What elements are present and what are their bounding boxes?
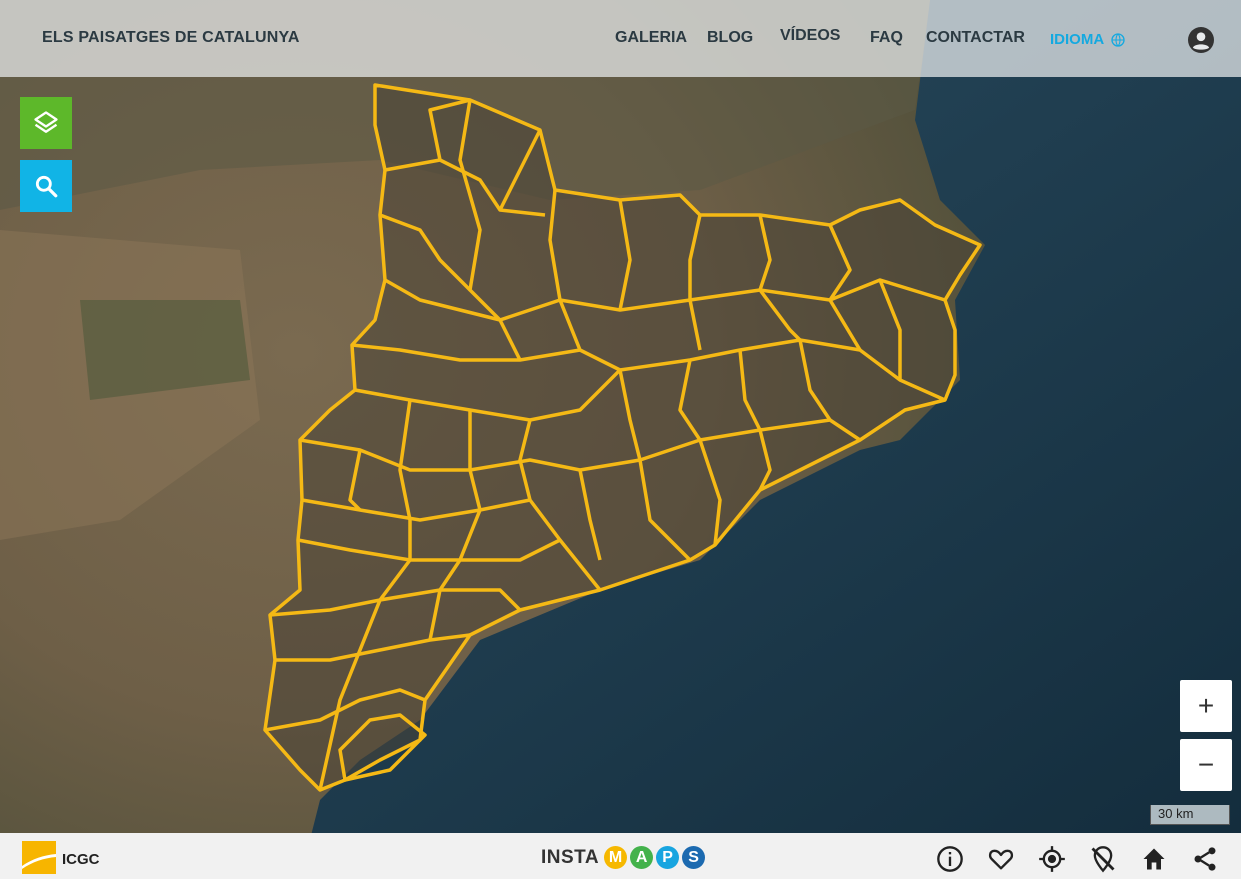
- layers-button[interactable]: [20, 97, 72, 149]
- instamaps-letter-s: S: [682, 846, 706, 869]
- layers-icon: [34, 111, 58, 133]
- nav-faq[interactable]: FAQ: [870, 29, 903, 47]
- zoom-out-button[interactable]: −: [1180, 739, 1232, 791]
- instamaps-letter-a: A: [630, 846, 654, 869]
- top-navigation-bar: ELS PAISATGES DE CATALUNYA GALERIA BLOG …: [0, 0, 1241, 77]
- site-title[interactable]: ELS PAISATGES DE CATALUNYA: [42, 29, 300, 47]
- nav-blog[interactable]: BLOG: [707, 29, 753, 47]
- my-location-icon[interactable]: [1038, 845, 1066, 873]
- scale-bar: 30 km: [1150, 805, 1230, 825]
- location-off-icon[interactable]: [1089, 845, 1117, 873]
- heart-icon[interactable]: [987, 845, 1015, 873]
- nav-galeria[interactable]: GALERIA: [615, 29, 687, 47]
- icgc-logo[interactable]: [22, 841, 56, 874]
- language-selector[interactable]: IDIOMA: [1050, 31, 1126, 48]
- share-icon[interactable]: [1191, 845, 1219, 873]
- instamaps-prefix: INSTA: [541, 846, 600, 868]
- icgc-label: ICGC: [62, 851, 100, 868]
- icgc-logo-mark: [22, 841, 56, 874]
- instamaps-letter-m: M: [604, 846, 628, 869]
- info-icon[interactable]: [936, 845, 964, 873]
- search-button[interactable]: [20, 160, 72, 212]
- zoom-in-button[interactable]: +: [1180, 680, 1232, 732]
- language-label: IDIOMA: [1050, 31, 1105, 48]
- nav-videos[interactable]: VÍDEOS: [780, 27, 840, 45]
- satellite-map[interactable]: [0, 0, 1241, 879]
- account-circle-icon[interactable]: [1188, 27, 1214, 53]
- search-icon: [35, 175, 58, 198]
- nav-contactar[interactable]: CONTACTAR: [926, 29, 1025, 47]
- globe-icon: [1111, 32, 1125, 47]
- footer-bar: ICGC INSTA M A P S: [0, 833, 1241, 879]
- home-icon[interactable]: [1140, 845, 1168, 873]
- instamaps-logo[interactable]: INSTA M A P S: [541, 846, 706, 869]
- instamaps-letter-p: P: [656, 846, 680, 869]
